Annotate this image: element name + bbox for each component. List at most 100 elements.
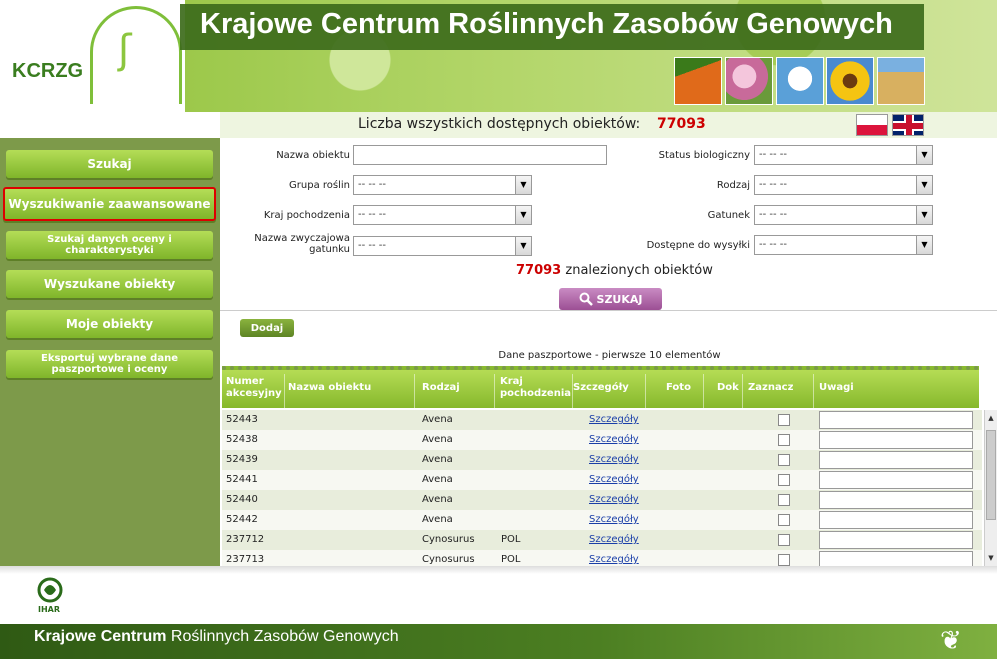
common-name-select[interactable]: -- -- -- ▼ (353, 236, 532, 256)
select-checkbox[interactable] (778, 534, 790, 546)
select-checkbox[interactable] (778, 554, 790, 566)
details-link[interactable]: Szczegóły (589, 474, 639, 485)
english-flag-icon[interactable] (892, 114, 924, 136)
col-accession-number[interactable]: Numer akcesyjny (226, 376, 286, 400)
genus-cell: Avena (422, 514, 453, 525)
details-link[interactable]: Szczegóły (589, 414, 639, 425)
polish-flag-icon[interactable] (856, 114, 888, 136)
notes-input[interactable] (819, 431, 973, 449)
sidebar-item-szukaj[interactable]: Szukaj (6, 150, 213, 178)
chevron-down-icon: ▼ (916, 146, 932, 164)
scroll-down-icon[interactable]: ▼ (985, 552, 997, 564)
col-country[interactable]: Kraj pochodzenia (500, 376, 571, 400)
wheat-thumbnail (877, 57, 925, 105)
col-notes[interactable]: Uwagi (819, 382, 854, 394)
plant-group-value: -- -- -- (358, 179, 387, 190)
chevron-down-icon: ▼ (916, 206, 932, 224)
genus-cell: Cynosurus (422, 554, 475, 565)
accession-number: 52441 (226, 474, 258, 485)
details-link[interactable]: Szczegóły (589, 454, 639, 465)
sidebar-item-evaluation-search[interactable]: Szukaj danych oceny i charakterystyki (6, 231, 213, 259)
footer-separator (0, 566, 997, 574)
species-select[interactable]: -- -- -- ▼ (754, 205, 933, 225)
chevron-down-icon: ▼ (916, 176, 932, 194)
magnifier-icon (579, 292, 593, 306)
notes-input[interactable] (819, 551, 973, 566)
column-separator (494, 374, 495, 408)
footer-title-rest: Roślinnych Zasobów Genowych (170, 628, 399, 645)
table-scrollbar[interactable]: ▲ ▼ (984, 410, 997, 566)
col-object-name[interactable]: Nazwa obiektu (288, 382, 371, 394)
header: ʃ KCRZG Krajowe Centrum Roślinnych Zasob… (0, 0, 997, 112)
chevron-down-icon: ▼ (916, 236, 932, 254)
object-name-input[interactable] (353, 145, 607, 165)
column-separator (414, 374, 415, 408)
scroll-up-icon[interactable]: ▲ (985, 412, 997, 424)
country-value: -- -- -- (358, 209, 387, 220)
add-button[interactable]: Dodaj (240, 319, 294, 337)
plant-group-select[interactable]: -- -- -- ▼ (353, 175, 532, 195)
col-select[interactable]: Zaznacz (748, 382, 793, 394)
sidebar-item-export[interactable]: Eksportuj wybrane dane paszportowe i oce… (6, 350, 213, 378)
select-checkbox[interactable] (778, 474, 790, 486)
bio-status-select[interactable]: -- -- -- ▼ (754, 145, 933, 165)
details-link[interactable]: Szczegóły (589, 494, 639, 505)
shipping-select[interactable]: -- -- -- ▼ (754, 235, 933, 255)
found-count-number: 77093 (516, 263, 562, 278)
chevron-down-icon: ▼ (515, 206, 531, 224)
table-body: 52443 Avena Szczegóły 52438 Avena Szczeg… (222, 410, 982, 566)
col-genus[interactable]: Rodzaj (422, 382, 460, 394)
sidebar-item-my-objects[interactable]: Moje obiekty (6, 310, 213, 338)
site-title: Krajowe Centrum Roślinnych Zasobów Genow… (200, 8, 893, 40)
table-row: 52441 Avena Szczegóły (222, 470, 982, 490)
select-checkbox[interactable] (778, 454, 790, 466)
search-button[interactable]: SZUKAJ (559, 288, 662, 310)
col-details[interactable]: Szczegóły (573, 382, 629, 394)
details-link[interactable]: Szczegóły (589, 554, 639, 565)
total-count-label: Liczba wszystkich dostępnych obiektów: (358, 116, 641, 132)
species-value: -- -- -- (759, 209, 788, 220)
country-select[interactable]: -- -- -- ▼ (353, 205, 532, 225)
select-checkbox[interactable] (778, 434, 790, 446)
col-doc[interactable]: Dok (717, 382, 739, 394)
accession-number: 52443 (226, 414, 258, 425)
table-row: 237712 Cynosurus POL Szczegóły (222, 530, 982, 550)
table-row: 52442 Avena Szczegóły (222, 510, 982, 530)
object-name-label: Nazwa obiektu (276, 150, 350, 161)
country-cell: POL (501, 534, 521, 545)
scrollbar-thumb[interactable] (986, 430, 996, 520)
notes-input[interactable] (819, 411, 973, 429)
notes-input[interactable] (819, 511, 973, 529)
select-checkbox[interactable] (778, 514, 790, 526)
details-link[interactable]: Szczegóły (589, 434, 639, 445)
col-photo[interactable]: Foto (666, 382, 691, 394)
details-link[interactable]: Szczegóły (589, 514, 639, 525)
sidebar-item-advanced-search[interactable]: Wyszukiwanie zaawansowane (3, 187, 216, 221)
logo-arch-icon (90, 6, 182, 104)
genus-select[interactable]: -- -- -- ▼ (754, 175, 933, 195)
sidebar-item-found-objects[interactable]: Wyszukane obiekty (6, 270, 213, 298)
notes-input[interactable] (819, 491, 973, 509)
carrots-thumbnail (674, 57, 722, 105)
notes-input[interactable] (819, 471, 973, 489)
genus-cell: Avena (422, 414, 453, 425)
ihar-logo-text: IHAR (38, 605, 61, 614)
country-label: Kraj pochodzenia (263, 210, 350, 221)
notes-input[interactable] (819, 531, 973, 549)
details-link[interactable]: Szczegóły (589, 534, 639, 545)
table-row: 52439 Avena Szczegóły (222, 450, 982, 470)
select-checkbox[interactable] (778, 494, 790, 506)
bio-status-label: Status biologiczny (658, 150, 750, 161)
logo-text: KCRZG (12, 60, 84, 82)
sunflower-thumbnail (826, 57, 874, 105)
select-checkbox[interactable] (778, 414, 790, 426)
table-row: 52443 Avena Szczegóły (222, 410, 982, 430)
common-name-value: -- -- -- (358, 240, 387, 251)
notes-input[interactable] (819, 451, 973, 469)
column-separator (742, 374, 743, 408)
bio-status-value: -- -- -- (759, 149, 788, 160)
logo[interactable]: ʃ KCRZG (0, 0, 185, 112)
magnolia-thumbnail (725, 57, 773, 105)
genus-cell: Avena (422, 434, 453, 445)
column-separator (645, 374, 646, 408)
